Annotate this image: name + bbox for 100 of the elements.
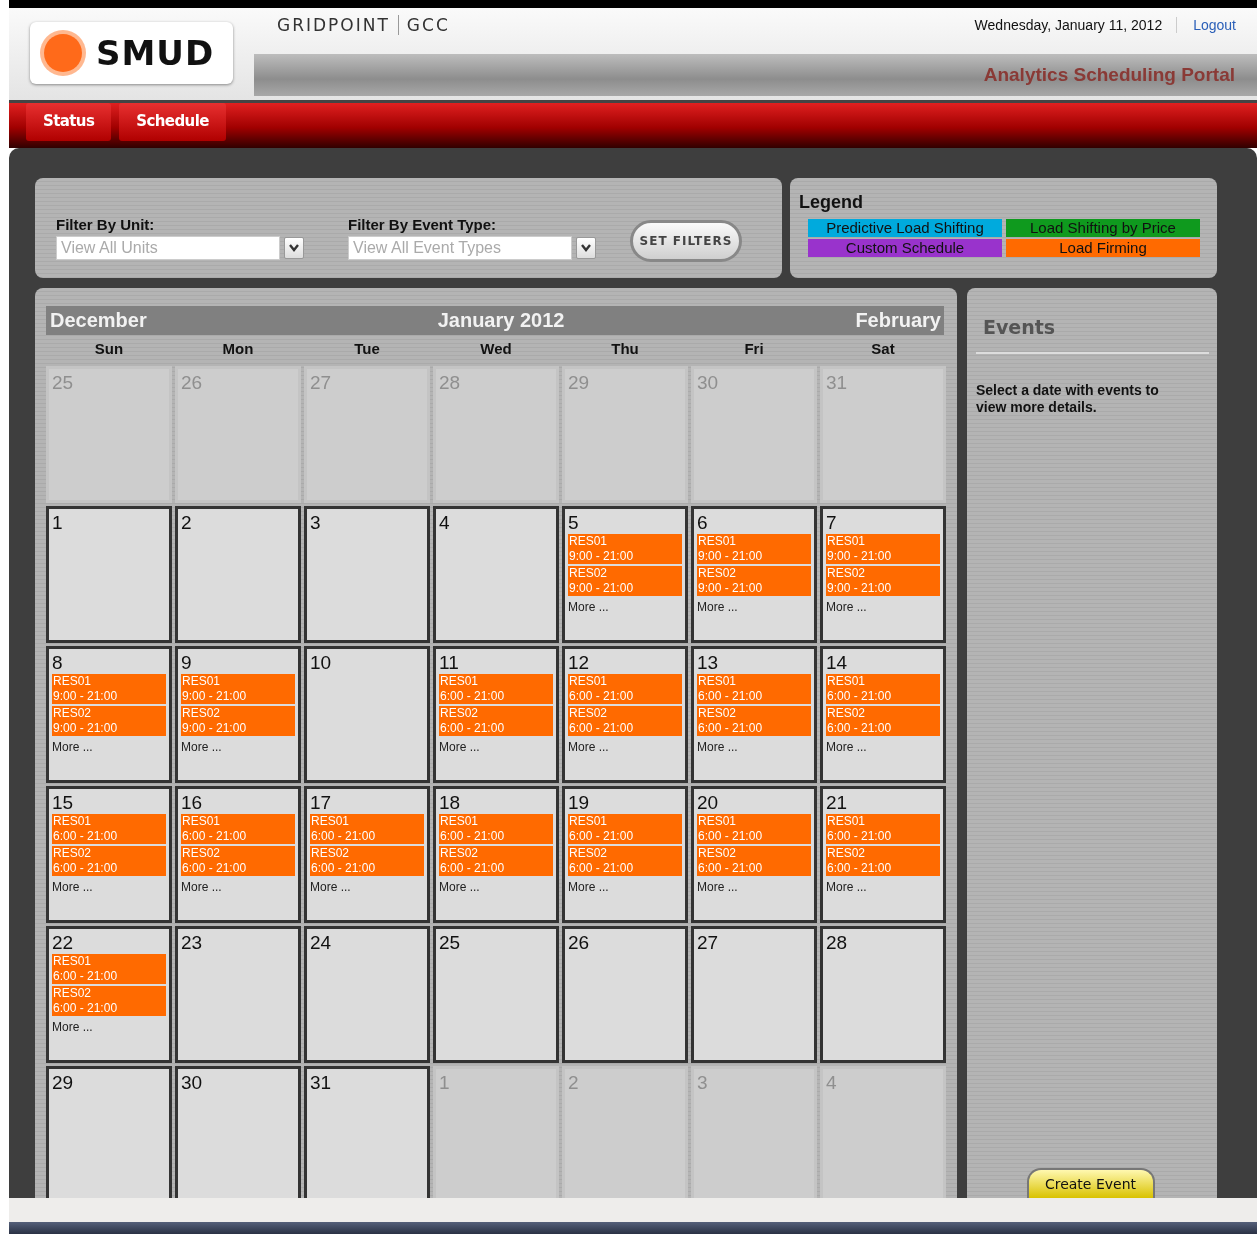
day-cell[interactable]: 11 RES01 6:00 - 21:00 RES02 6:00 - 21:00 More ... <box>433 645 559 783</box>
more-link[interactable]: More ... <box>52 1019 93 1034</box>
legend-item: Load Firming <box>1006 238 1200 257</box>
day-cell[interactable]: 2 <box>175 505 301 643</box>
event-time: 6:00 - 21:00 <box>311 828 377 844</box>
event-unit: RES01 <box>698 533 738 549</box>
day-cell[interactable]: 28 <box>820 925 946 1063</box>
logout-link[interactable]: Logout <box>1177 17 1257 33</box>
set-filters-button[interactable]: SET FILTERS <box>630 219 742 262</box>
more-link[interactable]: More ... <box>310 879 351 894</box>
day-cell[interactable]: 18 RES01 6:00 - 21:00 RES02 6:00 - 21:00 More ... <box>433 785 559 923</box>
day-cell[interactable]: 29 <box>46 1065 172 1198</box>
nav-tab[interactable]: Status <box>26 102 112 141</box>
event-time: 6:00 - 21:00 <box>698 828 764 844</box>
event-time: 9:00 - 21:00 <box>698 548 764 564</box>
day-cell[interactable]: 19 RES01 6:00 - 21:00 RES02 6:00 - 21:00 More ... <box>562 785 688 923</box>
previous-month-link[interactable]: December <box>50 308 147 332</box>
more-link[interactable]: More ... <box>181 879 222 894</box>
filter-dropdown[interactable]: View All Event Types <box>348 235 572 260</box>
nav-tab[interactable]: Schedule <box>119 102 226 141</box>
day-cell[interactable]: 5 RES01 9:00 - 21:00 RES02 9:00 - 21:00 More ... <box>562 505 688 643</box>
event-time: 6:00 - 21:00 <box>698 688 764 704</box>
event-unit: RES02 <box>698 705 738 721</box>
event-time: 6:00 - 21:00 <box>440 860 506 876</box>
event-unit: RES02 <box>53 845 93 861</box>
day-number: 2 <box>568 1072 579 1093</box>
event-unit: RES02 <box>440 705 480 721</box>
event-time: 6:00 - 21:00 <box>440 828 506 844</box>
more-link[interactable]: More ... <box>568 599 609 614</box>
day-cell[interactable]: 3 <box>304 505 430 643</box>
day-number: 1 <box>52 512 63 533</box>
event-time: 6:00 - 21:00 <box>53 860 119 876</box>
day-cell[interactable]: 27 <box>691 925 817 1063</box>
day-number: 15 <box>52 792 74 813</box>
event-unit: RES01 <box>440 673 480 689</box>
day-cell[interactable]: 9 RES01 9:00 - 21:00 RES02 9:00 - 21:00 More ... <box>175 645 301 783</box>
event-time: 6:00 - 21:00 <box>569 720 635 736</box>
day-cell[interactable]: 4 <box>433 505 559 643</box>
more-link[interactable]: More ... <box>439 739 480 754</box>
day-number: 1 <box>439 1072 450 1093</box>
event-unit: RES02 <box>698 565 738 581</box>
day-number: 4 <box>439 512 450 533</box>
more-link[interactable]: More ... <box>52 739 93 754</box>
day-cell[interactable]: 1 <box>46 505 172 643</box>
day-number: 4 <box>826 1072 837 1093</box>
more-link[interactable]: More ... <box>568 739 609 754</box>
dropdown-button[interactable] <box>576 236 596 259</box>
day-cell[interactable]: 30 <box>175 1065 301 1198</box>
day-number: 10 <box>310 652 332 673</box>
day-number: 26 <box>568 932 590 953</box>
events-title: Events <box>976 315 1209 354</box>
day-cell[interactable]: 12 RES01 6:00 - 21:00 RES02 6:00 - 21:00 More ... <box>562 645 688 783</box>
day-cell[interactable]: 20 RES01 6:00 - 21:00 RES02 6:00 - 21:00 More ... <box>691 785 817 923</box>
event-unit: RES02 <box>182 845 222 861</box>
day-cell[interactable]: 25 <box>433 925 559 1063</box>
event-time: 6:00 - 21:00 <box>440 688 506 704</box>
more-link[interactable]: More ... <box>826 599 867 614</box>
more-link[interactable]: More ... <box>826 739 867 754</box>
day-cell[interactable]: 13 RES01 6:00 - 21:00 RES02 6:00 - 21:00 More ... <box>691 645 817 783</box>
day-number: 9 <box>181 652 192 673</box>
event-time: 6:00 - 21:00 <box>827 720 893 736</box>
dropdown-button[interactable] <box>284 236 304 259</box>
day-cell[interactable]: 23 <box>175 925 301 1063</box>
more-link[interactable]: More ... <box>52 879 93 894</box>
day-number: 2 <box>181 512 192 533</box>
next-month-link[interactable]: February <box>855 308 941 332</box>
more-link[interactable]: More ... <box>697 739 738 754</box>
day-cell[interactable]: 8 RES01 9:00 - 21:00 RES02 9:00 - 21:00 More ... <box>46 645 172 783</box>
day-cell[interactable]: 6 RES01 9:00 - 21:00 RES02 9:00 - 21:00 More ... <box>691 505 817 643</box>
more-link[interactable]: More ... <box>568 879 609 894</box>
more-link[interactable]: More ... <box>181 739 222 754</box>
legend-title: Legend <box>799 191 864 213</box>
more-link[interactable]: More ... <box>697 879 738 894</box>
create-event-button[interactable]: Create Event <box>1026 1168 1155 1198</box>
day-cell[interactable]: 14 RES01 6:00 - 21:00 RES02 6:00 - 21:00 More ... <box>820 645 946 783</box>
weekday-label: Thu <box>610 338 640 359</box>
event-time: 6:00 - 21:00 <box>53 828 119 844</box>
day-cell[interactable]: 16 RES01 6:00 - 21:00 RES02 6:00 - 21:00 More ... <box>175 785 301 923</box>
filter-dropdown[interactable]: View All Units <box>56 235 280 260</box>
event-unit: RES02 <box>569 565 609 581</box>
event-time: 6:00 - 21:00 <box>53 1000 119 1016</box>
chevron-down-icon <box>581 243 591 252</box>
day-cell[interactable]: 21 RES01 6:00 - 21:00 RES02 6:00 - 21:00 More ... <box>820 785 946 923</box>
day-cell[interactable]: 15 RES01 6:00 - 21:00 RES02 6:00 - 21:00 More ... <box>46 785 172 923</box>
event-unit: RES02 <box>53 985 93 1001</box>
day-cell[interactable]: 31 <box>304 1065 430 1198</box>
day-cell[interactable]: 24 <box>304 925 430 1063</box>
event-time: 9:00 - 21:00 <box>827 580 893 596</box>
more-link[interactable]: More ... <box>439 879 480 894</box>
day-cell[interactable]: 7 RES01 9:00 - 21:00 RES02 9:00 - 21:00 More ... <box>820 505 946 643</box>
more-link[interactable]: More ... <box>826 879 867 894</box>
day-cell[interactable]: 22 RES01 6:00 - 21:00 RES02 6:00 - 21:00 More ... <box>46 925 172 1063</box>
event-time: 6:00 - 21:00 <box>569 828 635 844</box>
day-cell[interactable]: 10 <box>304 645 430 783</box>
event-unit: RES01 <box>569 673 609 689</box>
more-link[interactable]: More ... <box>697 599 738 614</box>
day-cell[interactable]: 26 <box>562 925 688 1063</box>
event-unit: RES02 <box>182 705 222 721</box>
day-cell[interactable]: 17 RES01 6:00 - 21:00 RES02 6:00 - 21:00 More ... <box>304 785 430 923</box>
event-time: 9:00 - 21:00 <box>182 688 248 704</box>
